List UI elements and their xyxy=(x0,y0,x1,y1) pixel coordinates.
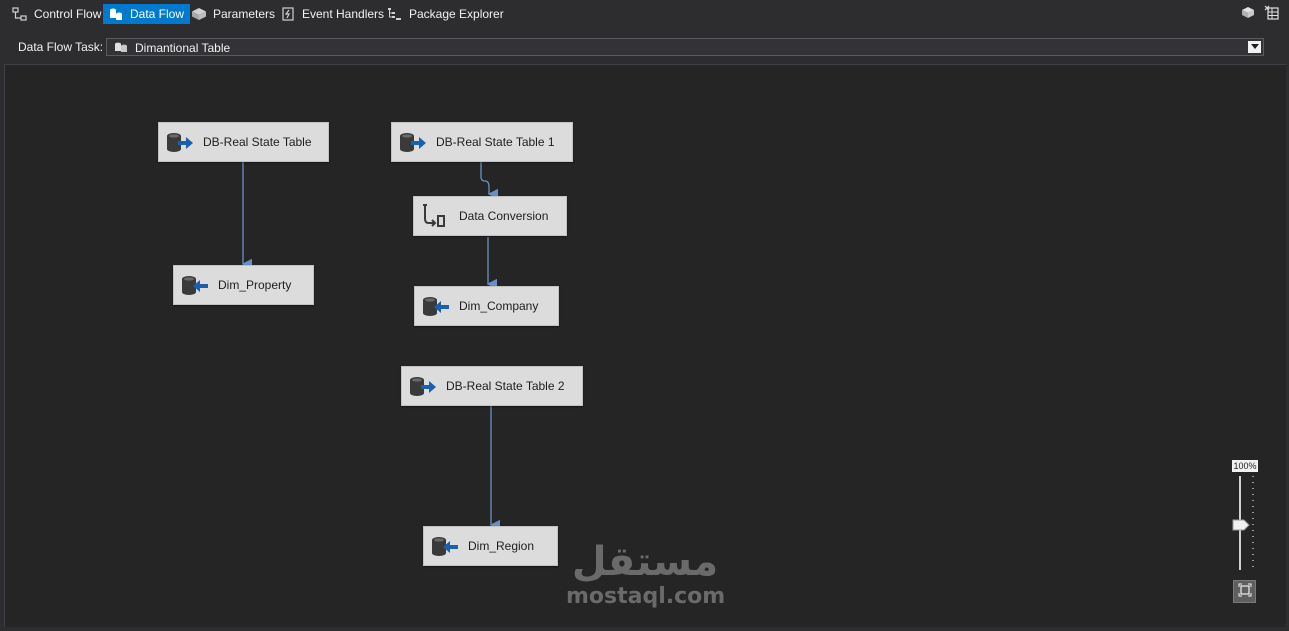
node-label: DB-Real State Table xyxy=(203,135,312,149)
tab-event-handlers[interactable]: Event Handlers xyxy=(275,4,390,24)
destination-database-icon xyxy=(180,275,210,300)
variables-grid-icon[interactable] xyxy=(1264,5,1280,24)
source-db-real-state-table-1[interactable]: DB-Real State Table 1 xyxy=(391,122,573,162)
destination-database-icon xyxy=(430,536,460,561)
source-database-icon xyxy=(398,132,428,157)
package-icon[interactable] xyxy=(1240,5,1256,24)
transform-data-conversion[interactable]: Data Conversion xyxy=(413,196,567,236)
zoom-slider-thumb[interactable] xyxy=(1232,519,1250,534)
node-label: DB-Real State Table 2 xyxy=(446,379,565,393)
tab-label: Parameters xyxy=(213,7,276,21)
node-label: DB-Real State Table 1 xyxy=(436,135,555,149)
destination-dim-property[interactable]: Dim_Property xyxy=(173,265,314,305)
zoom-level-label: 100% xyxy=(1232,460,1258,472)
node-label: Data Conversion xyxy=(459,209,549,223)
event-handlers-icon xyxy=(279,6,297,22)
watermark: مستقل mostaql.com xyxy=(566,539,726,610)
node-label: Dim_Region xyxy=(468,539,535,553)
zoom-slider-ticks xyxy=(1252,476,1254,570)
tab-label: Package Explorer xyxy=(409,7,504,21)
tab-control-flow[interactable]: Control Flow xyxy=(7,4,107,24)
fit-to-window-icon xyxy=(1238,583,1252,600)
destination-dim-region[interactable]: Dim_Region xyxy=(423,526,558,566)
data-flow-task-dropdown[interactable]: Dimantional Table xyxy=(106,38,1264,56)
data-flow-task-label: Data Flow Task: xyxy=(18,40,104,54)
chevron-down-icon[interactable] xyxy=(1248,41,1261,53)
destination-database-icon xyxy=(421,296,451,321)
source-database-icon xyxy=(165,132,195,157)
package-explorer-icon xyxy=(386,6,404,22)
data-conversion-icon xyxy=(420,204,450,232)
source-db-real-state-table-2[interactable]: DB-Real State Table 2 xyxy=(401,366,583,406)
tab-data-flow[interactable]: Data Flow xyxy=(103,4,191,24)
destination-dim-company[interactable]: Dim_Company xyxy=(414,286,559,326)
source-db-real-state-table[interactable]: DB-Real State Table xyxy=(158,122,329,162)
tab-label: Control Flow xyxy=(34,7,102,21)
watermark-arabic: مستقل xyxy=(571,539,719,585)
tab-parameters[interactable]: Parameters xyxy=(186,4,281,24)
data-flow-task-icon xyxy=(113,41,129,56)
watermark-latin: mostaql.com xyxy=(566,584,726,609)
control-flow-icon xyxy=(11,6,29,22)
tab-label: Event Handlers xyxy=(302,7,385,21)
node-label: Dim_Property xyxy=(218,278,292,292)
data-flow-task-value: Dimantional Table xyxy=(135,41,231,55)
node-label: Dim_Company xyxy=(459,299,539,313)
designer-tab-bar: Control Flow Data Flow Parameters Event … xyxy=(0,0,1289,28)
tab-package-explorer[interactable]: Package Explorer xyxy=(382,4,510,24)
parameters-icon xyxy=(190,6,208,22)
data-flow-icon xyxy=(107,6,125,22)
tab-label: Data Flow xyxy=(130,7,185,21)
zoom-to-fit-button[interactable] xyxy=(1233,580,1256,603)
source-database-icon xyxy=(408,376,438,401)
data-flow-task-bar: Data Flow Task: Dimantional Table xyxy=(0,36,1289,58)
path-db1-to-data-conversion xyxy=(480,162,499,200)
